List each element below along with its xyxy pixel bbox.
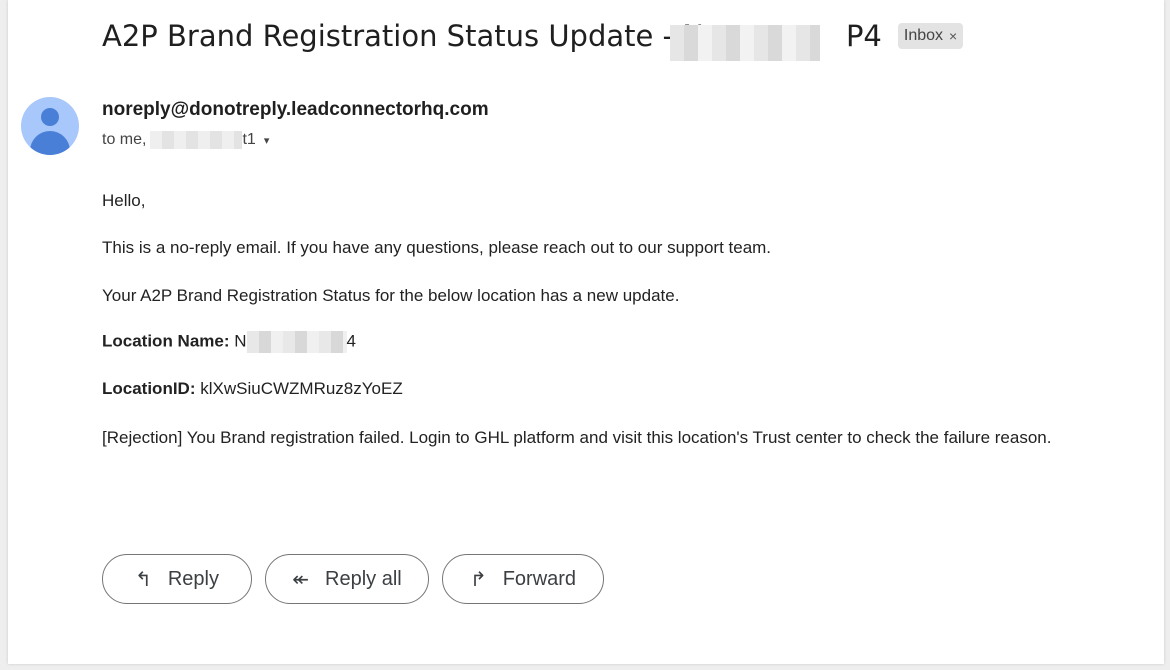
- location-id-label: LocationID:: [102, 379, 196, 398]
- person-icon-body: [30, 131, 70, 155]
- redaction-blur: [670, 25, 820, 61]
- subject-text: A2P Brand Registration Status Update - N: [102, 19, 704, 53]
- forward-button[interactable]: ↱ Forward: [442, 554, 604, 604]
- person-icon-head: [41, 108, 59, 126]
- details-dropdown-icon[interactable]: ▾: [264, 134, 270, 147]
- greeting: Hello,: [102, 191, 146, 210]
- email-view: A2P Brand Registration Status Update - N…: [8, 0, 1164, 664]
- redaction-blur: [150, 131, 243, 149]
- redaction-blur: [246, 331, 347, 353]
- forward-label: Forward: [502, 567, 577, 590]
- remove-label-icon[interactable]: ×: [949, 28, 957, 44]
- reply-all-button[interactable]: ↞ Reply all: [265, 554, 429, 604]
- location-name-line: Location Name: N 4: [102, 331, 356, 353]
- location-id-value: klXwSiuCWZMRuz8zYoEZ: [200, 379, 403, 398]
- reply-all-label: Reply all: [325, 567, 402, 590]
- sender-address[interactable]: noreply@donotreply.leadconnectorhq.com: [102, 99, 489, 121]
- forward-icon: ↱: [469, 568, 487, 591]
- reply-label: Reply: [167, 567, 219, 590]
- subject-suffix: P4: [845, 19, 882, 53]
- body-line-1: This is a no-reply email. If you have an…: [102, 238, 772, 257]
- location-id-line: LocationID: klXwSiuCWZMRuz8zYoEZ: [102, 379, 403, 399]
- reply-button[interactable]: ↰ Reply: [102, 554, 252, 604]
- to-label: to me,: [102, 131, 147, 148]
- location-name-suffix: 4: [346, 331, 357, 351]
- reply-all-icon: ↞: [292, 568, 310, 591]
- location-name-prefix: N: [234, 331, 247, 351]
- location-name-label: Location Name:: [102, 331, 230, 351]
- recipient-line: to me, t1 ▾: [102, 131, 269, 149]
- label-text: Inbox: [903, 27, 944, 44]
- subject-row: A2P Brand Registration Status Update - N…: [102, 14, 964, 61]
- reply-icon: ↰: [135, 568, 152, 591]
- email-subject: A2P Brand Registration Status Update - N…: [102, 19, 882, 61]
- sender-avatar[interactable]: [21, 97, 79, 155]
- rejection-message: [Rejection] You Brand registration faile…: [102, 428, 1052, 447]
- recipient-suffix: t1: [242, 131, 256, 148]
- body-line-2: Your A2P Brand Registration Status for t…: [102, 286, 680, 305]
- inbox-label-badge[interactable]: Inbox ×: [897, 23, 964, 49]
